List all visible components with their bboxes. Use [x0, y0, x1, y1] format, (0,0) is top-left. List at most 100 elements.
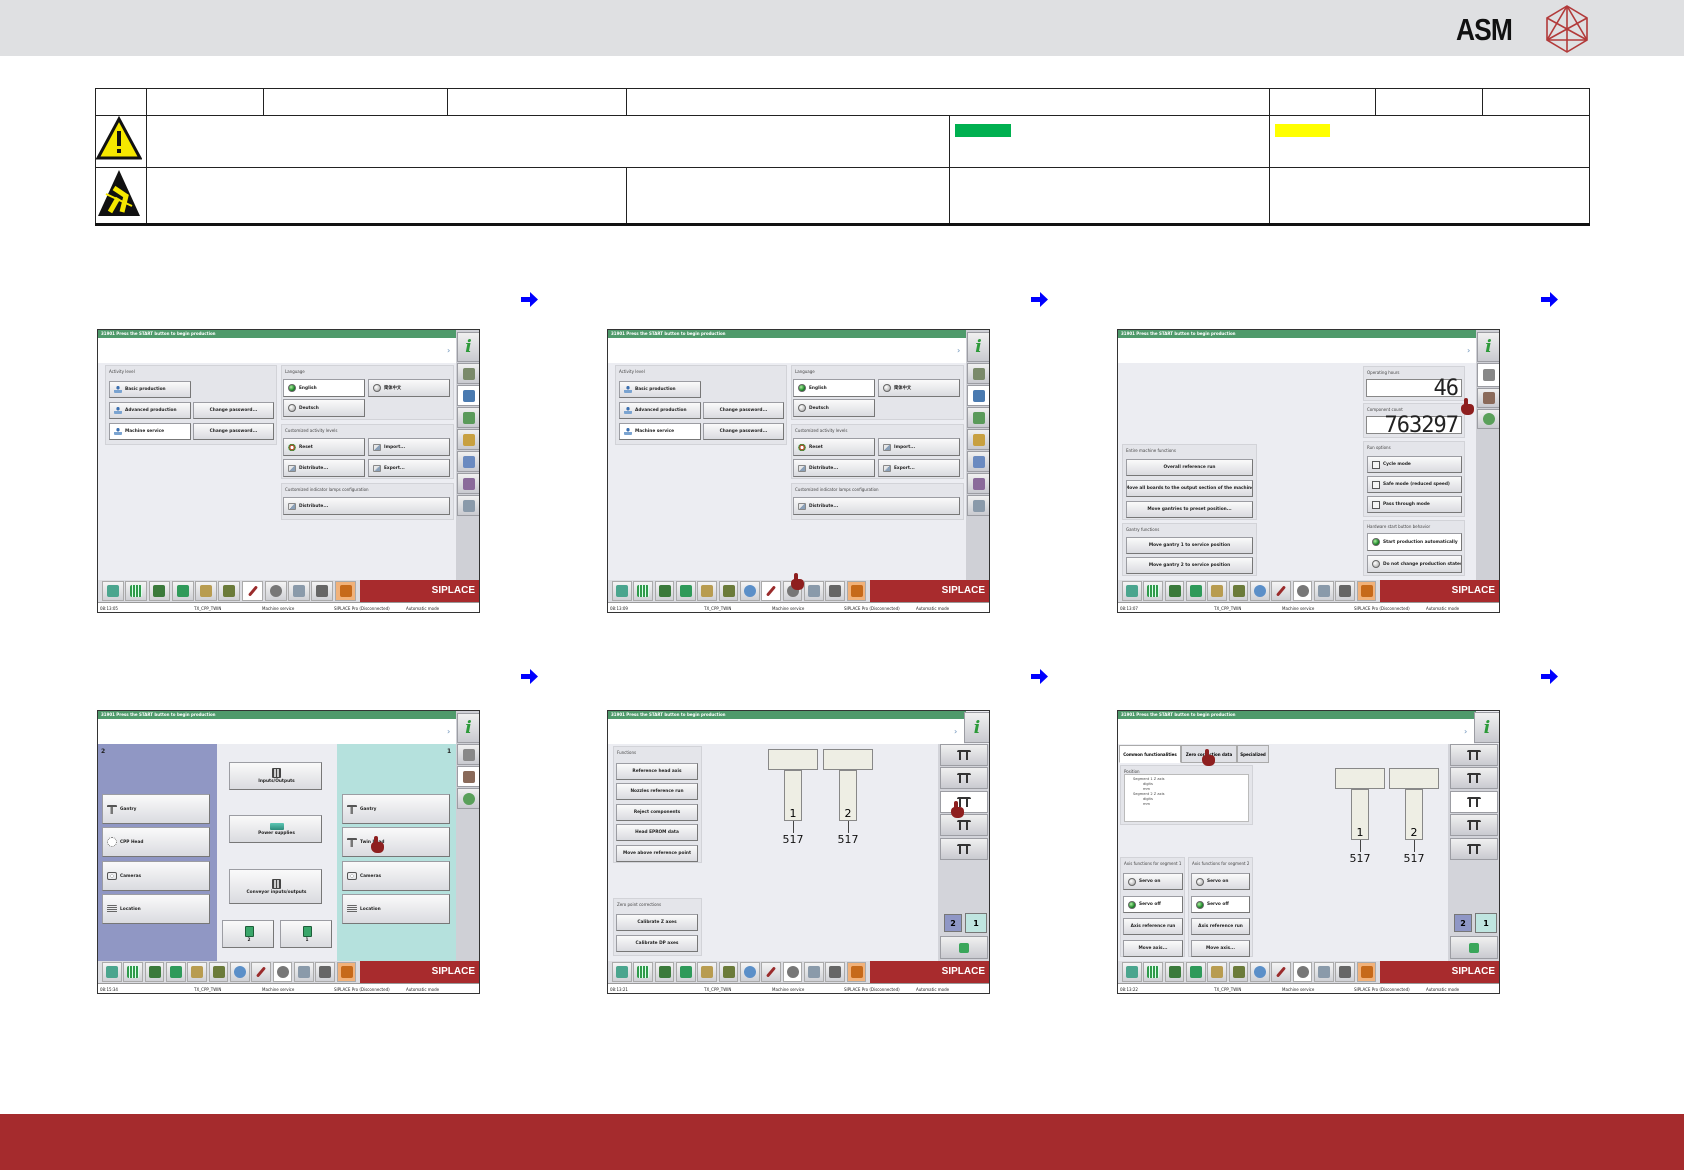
grid-taskbar-button[interactable]	[123, 962, 144, 982]
move-to-next-button[interactable]	[1450, 936, 1498, 959]
move-gantries-to-preset-position-button[interactable]: Move gantries to preset position...	[1126, 501, 1253, 518]
info-tab[interactable]	[1474, 712, 1499, 743]
info-tab[interactable]	[964, 712, 989, 743]
english-button[interactable]: English	[283, 379, 365, 397]
network-tab[interactable]	[967, 473, 989, 494]
oil-taskbar-button[interactable]	[311, 581, 334, 601]
user-settings-tab[interactable]	[967, 385, 989, 406]
plant-taskbar-button[interactable]	[1122, 581, 1142, 601]
feeder-taskbar-button[interactable]	[294, 962, 314, 982]
machine-gear-tab[interactable]	[457, 744, 479, 765]
feeder-taskbar-button[interactable]	[804, 581, 824, 601]
deutsch-button[interactable]: Deutsch	[283, 399, 365, 417]
oil-taskbar-button[interactable]	[1335, 962, 1356, 982]
gears-taskbar-button[interactable]	[1292, 962, 1313, 982]
advanced-production-button[interactable]: Advanced production	[109, 402, 191, 419]
head-1-segment[interactable]: 1	[1351, 789, 1369, 840]
checkbox[interactable]	[1372, 500, 1380, 509]
segment-1-button[interactable]: 1	[1475, 913, 1497, 933]
info-tab[interactable]	[457, 332, 479, 362]
gears-taskbar-button[interactable]	[272, 962, 293, 982]
gantry-button[interactable]: Gantry	[102, 794, 210, 824]
do-not-change-production-states-button[interactable]: Do not change production states	[1367, 555, 1462, 573]
plant-taskbar-button[interactable]	[612, 581, 632, 601]
checkbox[interactable]	[1372, 480, 1380, 489]
chart-taskbar-button[interactable]	[718, 581, 739, 601]
book-taskbar-button[interactable]	[1207, 962, 1228, 982]
servo-on-button[interactable]: Servo on	[1123, 873, 1183, 890]
overall-reference-run-button[interactable]: Overall reference run	[1126, 459, 1253, 476]
feeder-taskbar-button[interactable]	[804, 962, 824, 982]
chart-taskbar-button[interactable]	[218, 581, 241, 601]
pcb-taskbar-button[interactable]	[1186, 962, 1206, 982]
head-tool-tab-1[interactable]	[940, 744, 988, 766]
chevron-right-icon[interactable]: ›	[957, 346, 960, 355]
reset-button[interactable]: Reset	[283, 438, 365, 456]
info-tab[interactable]	[967, 332, 989, 362]
machine-service-button[interactable]: Machine service	[619, 423, 701, 440]
book-taskbar-button[interactable]	[195, 581, 217, 601]
head-2-carrier[interactable]	[1389, 768, 1439, 789]
advanced-production-button[interactable]: Advanced production	[619, 402, 701, 419]
bars-taskbar-button[interactable]	[654, 962, 675, 982]
oil-taskbar-button[interactable]	[825, 581, 846, 601]
book-taskbar-button[interactable]	[1207, 581, 1228, 601]
distribute-button[interactable]: Distribute...	[793, 497, 960, 515]
move-gantry-1-to-service-position-button[interactable]: Move gantry 1 to service position	[1126, 537, 1253, 554]
timer-tab[interactable]	[457, 788, 479, 809]
distribute-button[interactable]: Distribute...	[283, 459, 365, 477]
setup-tab[interactable]	[457, 407, 479, 428]
tree-node[interactable]: mm	[1129, 802, 1244, 807]
export-button[interactable]: Export...	[368, 459, 450, 477]
info-tab[interactable]	[1477, 332, 1499, 362]
servo-off-button[interactable]: Servo off	[1123, 896, 1183, 913]
head-tool-tab-3[interactable]	[940, 791, 988, 813]
tab-specialized[interactable]: Specialized	[1237, 745, 1269, 763]
head-2-segment[interactable]: 2	[839, 770, 857, 821]
head-tool-tab-4[interactable]	[940, 814, 988, 836]
gears-taskbar-button[interactable]	[264, 581, 287, 601]
pen-taskbar-button[interactable]	[761, 962, 782, 982]
pen-taskbar-button[interactable]	[761, 581, 782, 601]
setup-tab[interactable]	[967, 407, 989, 428]
pcb-taskbar-button[interactable]	[171, 581, 194, 601]
change-password-button[interactable]: Change password...	[703, 402, 784, 419]
move-gantry-2-to-service-position-button[interactable]: Move gantry 2 to service position	[1126, 557, 1253, 574]
wrench-taskbar-button[interactable]	[1356, 962, 1377, 982]
book-taskbar-button[interactable]	[697, 581, 718, 601]
chevron-right-icon[interactable]: ›	[1467, 346, 1470, 355]
timer-tab[interactable]	[1477, 409, 1499, 429]
head-tool-tab-3[interactable]	[1450, 791, 1498, 813]
axis-reference-run-button[interactable]: Axis reference run	[1123, 918, 1183, 935]
head-2-segment[interactable]: 2	[1405, 789, 1423, 840]
feeder-taskbar-button[interactable]	[1314, 962, 1334, 982]
wrench-taskbar-button[interactable]	[846, 962, 867, 982]
gears-taskbar-button[interactable]	[782, 962, 803, 982]
head-tool-tab-2[interactable]	[940, 767, 988, 789]
plant-taskbar-button[interactable]	[1122, 962, 1142, 982]
cameras-button[interactable]: Cameras	[102, 861, 210, 891]
1-button[interactable]: 1	[280, 920, 332, 948]
deutsch-button[interactable]: Deutsch	[793, 399, 875, 417]
head-tool-tab-1[interactable]	[1450, 744, 1498, 766]
user-settings-tab[interactable]	[457, 385, 479, 406]
chart-taskbar-button[interactable]	[718, 962, 739, 982]
chart-taskbar-button[interactable]	[1228, 581, 1249, 601]
import-button[interactable]: Import...	[878, 438, 960, 456]
move-axis-button[interactable]: Move axis...	[1123, 940, 1183, 957]
maintenance-tab[interactable]	[1477, 388, 1499, 408]
reset-button[interactable]: Reset	[793, 438, 875, 456]
indicator-lamps-tab[interactable]	[457, 495, 479, 516]
camera-taskbar-button[interactable]	[1250, 962, 1270, 982]
bars-taskbar-button[interactable]	[144, 962, 165, 982]
axis-reference-run-button[interactable]: Axis reference run	[1191, 918, 1250, 935]
pen-taskbar-button[interactable]	[241, 581, 264, 601]
power-supplies-button[interactable]: Power supplies	[229, 815, 322, 843]
head-1-carrier[interactable]	[1335, 768, 1385, 789]
pass-through-mode-button[interactable]: Pass through mode	[1367, 496, 1462, 513]
pcb-taskbar-button[interactable]	[166, 962, 186, 982]
move-above-reference-point-button[interactable]: Move above reference point	[616, 845, 698, 862]
head-tool-tab-4[interactable]	[1450, 814, 1498, 836]
chart-taskbar-button[interactable]	[1228, 962, 1249, 982]
grid-taskbar-button[interactable]	[633, 581, 654, 601]
